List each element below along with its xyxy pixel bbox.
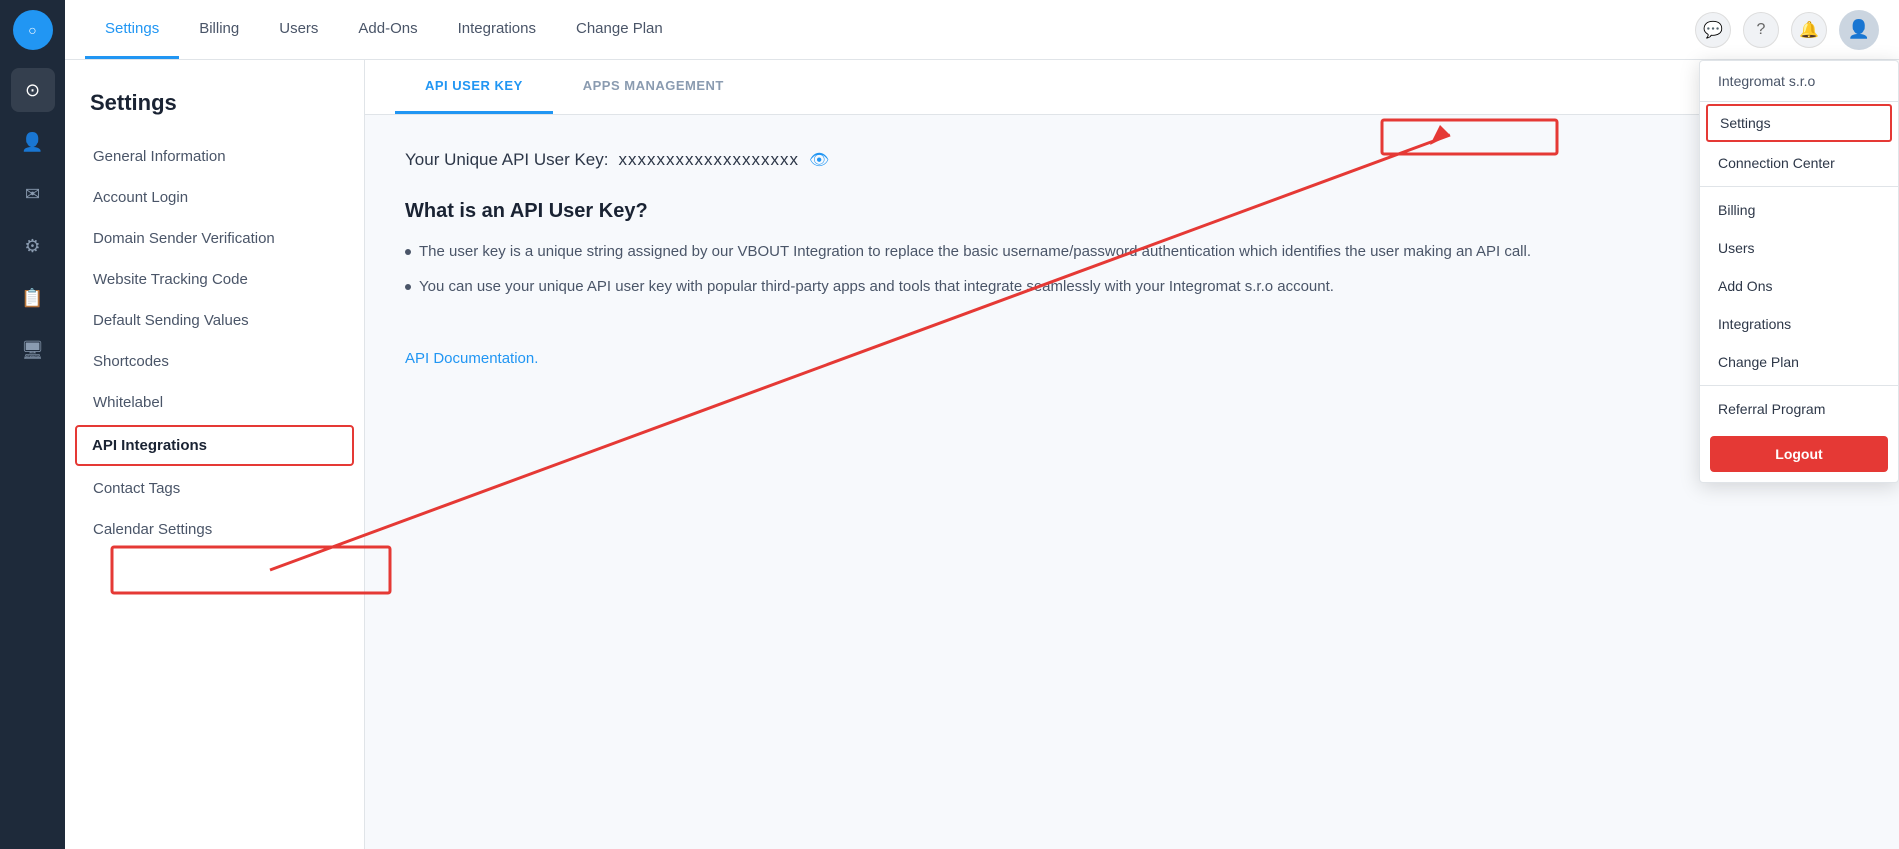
dropdown-divider-2 (1700, 385, 1898, 386)
content-tabs: API USER KEY APPS MANAGEMENT (365, 60, 1899, 115)
api-key-value: xxxxxxxxxxxxxxxxxxx (619, 150, 800, 170)
sidebar-pages-icon[interactable]: 🖥 (11, 328, 55, 372)
logo-icon[interactable]: ○ (13, 10, 53, 50)
dropdown-company: Integromat s.r.o (1700, 61, 1898, 102)
page-body: Settings General Information Account Log… (65, 60, 1899, 849)
nav-tab-billing[interactable]: Billing (179, 0, 259, 59)
dropdown-connection-center[interactable]: Connection Center (1700, 144, 1898, 182)
dropdown-addons[interactable]: Add Ons (1700, 267, 1898, 305)
settings-title: Settings (65, 90, 364, 136)
eye-icon[interactable]: 👁 (809, 150, 829, 170)
notification-icon-btn[interactable]: 🔔 (1791, 12, 1827, 48)
menu-item-whitelabel[interactable]: Whitelabel (65, 382, 364, 423)
bullet-dot-2 (405, 284, 411, 290)
api-key-line: Your Unique API User Key: xxxxxxxxxxxxxx… (405, 150, 1859, 170)
tab-apps-management[interactable]: APPS MANAGEMENT (553, 60, 754, 114)
nav-tab-settings[interactable]: Settings (85, 0, 179, 59)
menu-item-tracking[interactable]: Website Tracking Code (65, 259, 364, 300)
nav-tab-addons[interactable]: Add-Ons (338, 0, 437, 59)
menu-item-shortcodes[interactable]: Shortcodes (65, 341, 364, 382)
chat-icon-btn[interactable]: 💬 (1695, 12, 1731, 48)
dropdown-changeplan[interactable]: Change Plan (1700, 343, 1898, 381)
sidebar-contacts-icon[interactable]: 👤 (11, 120, 55, 164)
api-content-area: Your Unique API User Key: xxxxxxxxxxxxxx… (365, 115, 1899, 403)
sidebar-dashboard-icon[interactable]: ⊙ (11, 68, 55, 112)
menu-item-account-login[interactable]: Account Login (65, 177, 364, 218)
sidebar-email-icon[interactable]: ✉ (11, 172, 55, 216)
dropdown-logout-btn[interactable]: Logout (1710, 436, 1888, 472)
tab-api-user-key[interactable]: API USER KEY (395, 60, 553, 114)
dropdown-referral[interactable]: Referral Program (1700, 390, 1898, 428)
api-bullet-1: The user key is a unique string assigned… (405, 241, 1859, 264)
main-content: Settings Billing Users Add-Ons Integrati… (65, 0, 1899, 849)
menu-item-sending[interactable]: Default Sending Values (65, 300, 364, 341)
api-bullet-text-1: The user key is a unique string assigned… (419, 241, 1531, 264)
dropdown-billing[interactable]: Billing (1700, 191, 1898, 229)
nav-right: 💬 ? 🔔 👤 (1695, 10, 1879, 50)
dropdown-users[interactable]: Users (1700, 229, 1898, 267)
avatar-btn[interactable]: 👤 (1839, 10, 1879, 50)
menu-item-calendar[interactable]: Calendar Settings (65, 509, 364, 550)
nav-tab-users[interactable]: Users (259, 0, 338, 59)
top-nav: Settings Billing Users Add-Ons Integrati… (65, 0, 1899, 60)
nav-tab-changeplan[interactable]: Change Plan (556, 0, 683, 59)
help-icon-btn[interactable]: ? (1743, 12, 1779, 48)
settings-sidebar: Settings General Information Account Log… (65, 60, 365, 849)
menu-item-contact-tags[interactable]: Contact Tags (65, 468, 364, 509)
user-dropdown: Integromat s.r.o Settings Connection Cen… (1699, 60, 1899, 483)
dropdown-settings[interactable]: Settings (1706, 104, 1892, 142)
dropdown-divider-1 (1700, 186, 1898, 187)
sidebar-forms-icon[interactable]: 📋 (11, 276, 55, 320)
api-what-is-title: What is an API User Key? (405, 200, 1859, 223)
sidebar-automation-icon[interactable]: ⚙ (11, 224, 55, 268)
api-key-prefix: Your Unique API User Key: (405, 150, 609, 170)
settings-content: API USER KEY APPS MANAGEMENT Your Unique… (365, 60, 1899, 849)
api-doc-link[interactable]: API Documentation. (405, 350, 538, 367)
menu-item-api[interactable]: API Integrations (75, 425, 354, 466)
menu-item-general[interactable]: General Information (65, 136, 364, 177)
nav-tabs: Settings Billing Users Add-Ons Integrati… (85, 0, 683, 59)
dropdown-integrations[interactable]: Integrations (1700, 305, 1898, 343)
menu-item-domain[interactable]: Domain Sender Verification (65, 218, 364, 259)
api-bullet-text-2: You can use your unique API user key wit… (419, 276, 1334, 299)
icon-sidebar: ○ ⊙ 👤 ✉ ⚙ 📋 🖥 (0, 0, 65, 849)
bullet-dot-1 (405, 249, 411, 255)
api-bullet-2: You can use your unique API user key wit… (405, 276, 1859, 299)
nav-tab-integrations[interactable]: Integrations (438, 0, 556, 59)
